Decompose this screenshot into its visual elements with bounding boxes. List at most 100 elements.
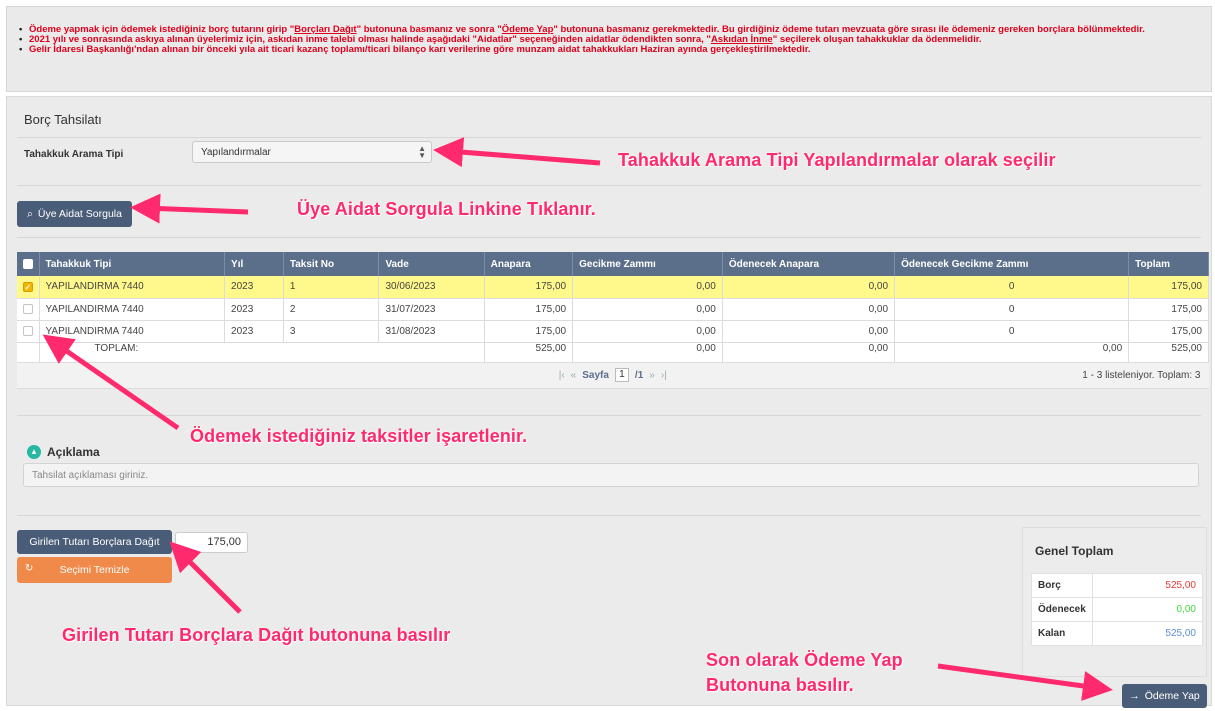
genel-row: Borç 525,00 (1031, 573, 1204, 598)
column-header[interactable]: Gecikme Zammı (572, 252, 723, 276)
next-page-icon[interactable]: » (649, 370, 655, 381)
select-all-cell (17, 252, 40, 276)
annotation-odeme-1: Son olarak Ödeme Yap (706, 650, 903, 670)
tahakkuk-table: Tahakkuk Tipi Yıl Taksit No Vade Anapara Geci… (17, 252, 1209, 389)
select-arrows-icon: ▲ ▼ (418, 144, 426, 160)
notice-line: Gelir İdaresi Başkanlığı'ndan alınan bir… (19, 44, 1201, 56)
genel-toplam-panel: Genel Toplam Borç 525,00 Ödenecek 0,00 Kalan… (1022, 527, 1207, 677)
genel-label: Kalan (1031, 621, 1093, 646)
first-page-icon[interactable]: |‹ (559, 370, 565, 381)
table-cell: 31/08/2023 (378, 320, 485, 343)
table-cell: 3 (283, 320, 380, 343)
table-cell: 1 (283, 276, 380, 299)
table-cell: 175,00 (484, 298, 574, 321)
secimi-temizle-button[interactable]: ↻ Seçimi Temizle (17, 557, 172, 583)
column-header[interactable]: Taksit No (283, 252, 380, 276)
row-checkbox-cell (17, 298, 40, 321)
totals-cell: 0,00 (572, 342, 723, 363)
table-cell: 2 (283, 298, 380, 321)
aciklama-input[interactable]: Tahsilat açıklaması giriniz. (23, 463, 1199, 487)
totals-row: TOPLAM: 525,00 0,00 0,00 0,00 525,00 (17, 342, 1209, 363)
borclara-dagit-button[interactable]: Girilen Tutarı Borçlara Dağıt (17, 530, 172, 554)
pager: |‹ « Sayfa 1/1 » ›| (23, 368, 1203, 382)
genel-value: 0,00 (1091, 597, 1204, 622)
totals-cell: 0,00 (722, 342, 896, 363)
aciklama-header[interactable]: ▲ Açıklama (27, 445, 100, 459)
divider (17, 415, 1201, 416)
table-row[interactable]: ✓ YAPILANDIRMA 7440 2023 1 30/06/2023 175,00 0… (17, 276, 1209, 299)
table-cell: 175,00 (484, 276, 574, 299)
column-header[interactable]: Anapara (484, 252, 574, 276)
table-header-row: Tahakkuk Tipi Yıl Taksit No Vade Anapara Geci… (17, 252, 1209, 276)
page-input[interactable]: 1 (614, 368, 629, 382)
genel-label: Ödenecek (1031, 597, 1093, 622)
divider (17, 185, 1201, 186)
genel-label: Borç (1031, 573, 1093, 598)
column-header[interactable]: Tahakkuk Tipi (39, 252, 226, 276)
table-row[interactable]: YAPILANDIRMA 7440 2023 2 31/07/2023 175,00 0,… (17, 298, 1209, 321)
info-notice: Ödeme yapmak için ödemek istediğiniz bor… (6, 6, 1212, 92)
column-header[interactable]: Ödenecek Anapara (722, 252, 896, 276)
annotation-taksit: Ödemek istediğiniz taksitler işaretlenir… (190, 426, 528, 446)
table-cell: 0,00 (722, 320, 896, 343)
table-cell: 0 (894, 298, 1130, 321)
table-cell: 175,00 (1128, 276, 1209, 299)
genel-value: 525,00 (1091, 573, 1204, 598)
table-row[interactable]: YAPILANDIRMA 7440 2023 3 31/08/2023 175,00 0,… (17, 320, 1209, 343)
table-cell: 0 (894, 320, 1130, 343)
search-icon: ⌕ (27, 207, 33, 220)
pager-info: 1 - 3 listeleniyor. Toplam: 3 (1082, 369, 1201, 381)
aciklama-title: Açıklama (47, 445, 100, 459)
table-cell: 0,00 (722, 298, 896, 321)
table-cell: 31/07/2023 (378, 298, 485, 321)
genel-toplam-table: Borç 525,00 Ödenecek 0,00 Kalan 525,00 (1031, 573, 1204, 646)
uye-aidat-sorgula-button[interactable]: ⌕ Üye Aidat Sorgula (17, 201, 132, 227)
section-title: Borç Tahsilatı (24, 112, 102, 127)
prev-page-icon[interactable]: « (571, 370, 577, 381)
row-checkbox[interactable] (22, 325, 33, 336)
table-cell: 0,00 (572, 276, 723, 299)
divider (17, 137, 1201, 138)
column-header[interactable]: Ödenecek Gecikme Zammı (894, 252, 1130, 276)
row-checkbox[interactable] (22, 303, 33, 314)
notice-text: Gelir İdaresi Başkanlığı'ndan alınan bir… (29, 44, 811, 55)
totals-label: TOPLAM: (39, 342, 485, 363)
table-cell: 0 (894, 276, 1130, 299)
divider (17, 237, 1201, 238)
column-header[interactable]: Vade (378, 252, 485, 276)
pager-cell: |‹ « Sayfa 1/1 » ›| 1 - 3 listeleniyor. Toplam… (17, 362, 1209, 389)
table-cell: 175,00 (1128, 298, 1209, 321)
totals-cell: 525,00 (484, 342, 574, 363)
table-cell: 0,00 (572, 320, 723, 343)
totals-cell: 0,00 (894, 342, 1130, 363)
search-type-label: Tahakkuk Arama Tipi (24, 149, 124, 160)
row-checkbox[interactable]: ✓ (22, 281, 33, 292)
column-header[interactable]: Toplam (1128, 252, 1209, 276)
table-cell: YAPILANDIRMA 7440 (39, 276, 226, 299)
table-cell: 2023 (224, 298, 284, 321)
row-checkbox-cell: ✓ (17, 276, 40, 299)
table-cell: YAPILANDIRMA 7440 (39, 298, 226, 321)
column-header[interactable]: Yıl (224, 252, 284, 276)
table-cell: 2023 (224, 276, 284, 299)
pager-row: |‹ « Sayfa 1/1 » ›| 1 - 3 listeleniyor. Toplam… (17, 362, 1209, 389)
table-cell: YAPILANDIRMA 7440 (39, 320, 226, 343)
notice-list: Ödeme yapmak için ödemek istediğiniz bor… (19, 25, 1201, 56)
genel-toplam-title: Genel Toplam (1035, 544, 1114, 558)
search-type-select[interactable]: Yapılandırmalar ▲ ▼ (192, 141, 432, 163)
search-type-value: Yapılandırmalar (201, 147, 271, 158)
genel-row: Ödenecek 0,00 (1031, 597, 1204, 622)
last-page-icon[interactable]: ›| (661, 370, 667, 381)
table-cell: 30/06/2023 (378, 276, 485, 299)
odeme-yap-label: Ödeme Yap (1144, 690, 1200, 702)
table-cell: 0,00 (572, 298, 723, 321)
table-cell: 175,00 (1128, 320, 1209, 343)
select-all-checkbox[interactable] (22, 258, 33, 269)
annotation-dagit: Girilen Tutarı Borçlara Dağıt butonuna b… (62, 625, 451, 645)
temizle-label: Seçimi Temizle (59, 564, 130, 576)
odeme-yap-button[interactable]: → Ödeme Yap (1122, 684, 1207, 708)
amount-input[interactable]: 175,00 (175, 532, 248, 553)
page-label: Sayfa (582, 369, 609, 381)
annotation-odeme-2: Butonuna basılır. (706, 675, 854, 695)
collapse-up-icon[interactable]: ▲ (27, 445, 41, 459)
